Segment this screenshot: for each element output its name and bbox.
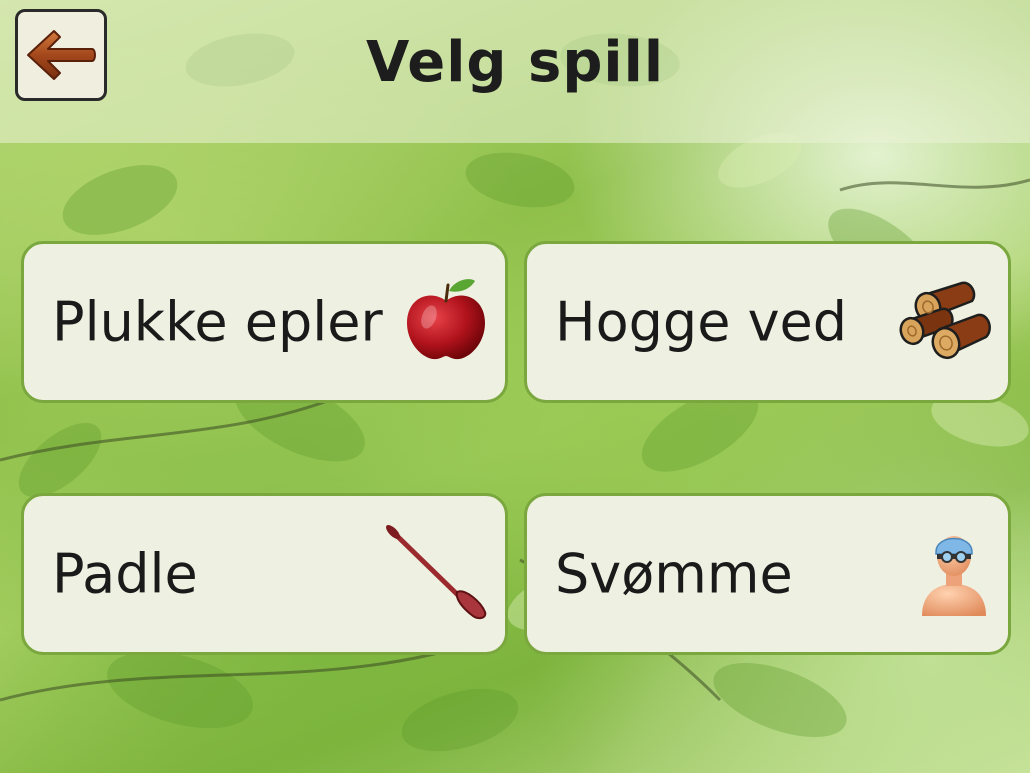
game-tile-label: Padle bbox=[52, 542, 198, 606]
firewood-logs-icon bbox=[898, 277, 994, 367]
game-tile-label: Svømme bbox=[555, 542, 793, 606]
paddle-icon bbox=[381, 522, 491, 626]
game-tile-plukke-epler[interactable]: Plukke epler bbox=[21, 241, 508, 403]
apple-icon bbox=[401, 275, 491, 369]
game-select-screen: Velg spill Plukke epler Hogge ved Padle … bbox=[0, 0, 1030, 773]
game-tile-svomme[interactable]: Svømme bbox=[524, 493, 1011, 655]
game-tile-hogge-ved[interactable]: Hogge ved bbox=[524, 241, 1011, 403]
game-tile-label: Plukke epler bbox=[52, 290, 383, 354]
page-title: Velg spill bbox=[365, 30, 665, 95]
swimmer-icon bbox=[914, 524, 994, 624]
game-tile-padle[interactable]: Padle bbox=[21, 493, 508, 655]
game-tile-label: Hogge ved bbox=[555, 290, 848, 354]
